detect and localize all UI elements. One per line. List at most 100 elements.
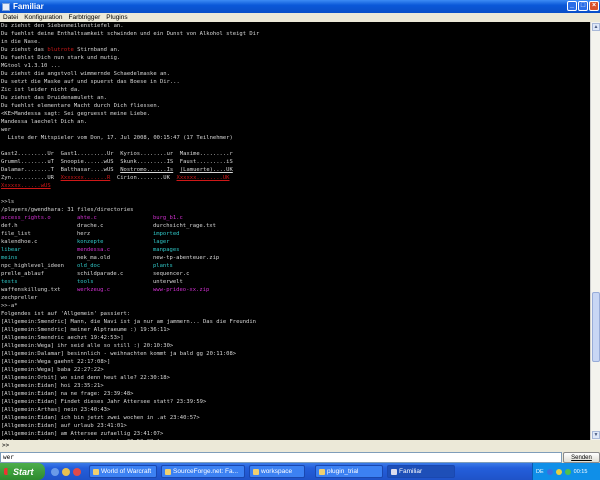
terminal-line: in die Nase.: [1, 38, 590, 46]
terminal-output[interactable]: Du ziehst den Siebenmeilenstiefel an. Du …: [0, 22, 590, 440]
file-entry: meins: [1, 255, 18, 261]
file-entry: plants: [153, 263, 173, 269]
file-entry: burg_b1.c: [153, 215, 183, 221]
file-entry: ahte.c: [77, 215, 97, 221]
terminal-line: libear mendessa.c manpages: [1, 246, 590, 254]
terminal-line: Du ziehst das blutrote Stirnband an.: [1, 46, 590, 54]
text-segment: [Allgemein:Eidan] ich bin jetzt zwei woc…: [1, 415, 200, 421]
task-sourceforge[interactable]: SourceForge.net: Fa...: [161, 465, 245, 478]
text-segment: Du fuehlst deine Enthaltsamkeit schwinde…: [1, 31, 260, 37]
scroll-down-icon[interactable]: ▼: [592, 431, 600, 439]
tray-icon[interactable]: [564, 468, 571, 475]
terminal-line: [Allgemein:Arthas] nein 23:40:43>: [1, 406, 590, 414]
text-segment: Du ziehst die angstvoll wimmernde Schaed…: [1, 71, 170, 77]
task-world-of-warcraft[interactable]: World of Warcraft: [89, 465, 157, 478]
text-segment: Du fuehlst elementare Macht durch Dich f…: [1, 103, 160, 109]
terminal-line: access_rights.o ahte.c burg_b1.c: [1, 214, 590, 222]
text-segment: >>ls: [1, 199, 15, 205]
file-entry: konzepte: [77, 239, 104, 245]
task-workspace[interactable]: workspace: [249, 465, 305, 478]
terminal-line: [Allgemein:Wega] baba 22:27:22>: [1, 366, 590, 374]
terminal-line: [Allgemein:Smendric] meiner Alptraeume :…: [1, 326, 590, 334]
file-entry: durchsicht_rage.txt: [153, 223, 216, 229]
terminal-line: >>-a*: [1, 302, 590, 310]
terminal-line: [Allgemein:Eidan] Findet dieses Jahr Att…: [1, 398, 590, 406]
terminal-line: [Allgemein:Wega] ihr seid alle so still …: [1, 342, 590, 350]
vertical-scrollbar[interactable]: ▲ ▼: [590, 22, 600, 440]
file-entry: prelle_ablauf: [1, 271, 45, 277]
terminal-line: Xxxxxx......wUS: [1, 182, 590, 190]
scroll-up-icon[interactable]: ▲: [592, 23, 600, 31]
file-entry: mendessa.c: [77, 247, 111, 253]
start-button[interactable]: Start: [0, 463, 45, 480]
windows-logo-icon: [4, 468, 11, 475]
terminal-line: [Allgemein:Smendric aechzt 19:42:53>]: [1, 334, 590, 342]
file-entry: kalendhoe.c: [1, 239, 38, 245]
terminal-line: Du setzt die Maske auf und spuerst das B…: [1, 78, 590, 86]
file-entry: herz: [77, 231, 91, 237]
terminal-line: [Allgemein:Eidan] na ne frage: 23:39:48>: [1, 390, 590, 398]
scroll-thumb[interactable]: [592, 292, 600, 362]
terminal-line: Du ziehst die angstvoll wimmernde Schaed…: [1, 70, 590, 78]
text-segment: Du fuehlst Dich nun stark und mutig.: [1, 55, 121, 61]
text-segment: Cirion........UK: [110, 175, 177, 181]
text-segment: [Allgemein:Smendric aechzt 19:42:53>]: [1, 335, 124, 341]
text-segment: Du ziehst den Siebenmeilenstiefel an.: [1, 23, 124, 29]
terminal-line: kalendhoe.c konzepte lager: [1, 238, 590, 246]
close-button[interactable]: ×: [589, 1, 599, 11]
terminal-line: npc_highlevel_ideen old_doc plants: [1, 262, 590, 270]
file-entry: manpages: [153, 247, 180, 253]
terminal-line: meins nek_ma.old new-tp-abenteuer.zip: [1, 254, 590, 262]
text-segment: [173, 167, 180, 173]
app-icon: [391, 468, 397, 475]
terminal-line: Folgendes ist auf 'Allgemein' passiert:: [1, 310, 590, 318]
language-indicator[interactable]: DE: [536, 469, 544, 475]
taskbar: Start World of Warcraft SourceForge.net:…: [0, 463, 600, 480]
menu-bar: Datei Konfiguration Farbtrigger Plugins: [0, 13, 600, 22]
terminal-line: [Allgemein:Wega gaehnt 22:17:08>]: [1, 358, 590, 366]
file-entry: waffenskillung.txt: [1, 287, 61, 293]
terminal-line: waffenskillung.txt werkzeug.c www-prideo-x…: [1, 286, 590, 294]
terminal-line: >>ls: [1, 198, 590, 206]
text-segment: Liste der Mitspieler vom Don, 17. Jul 20…: [1, 135, 233, 141]
terminal-line: [Allgemein:Orbit] wo sind denn heut alle…: [1, 374, 590, 382]
menu-farbtrigger[interactable]: Farbtrigger: [69, 14, 101, 21]
menu-plugins[interactable]: Plugins: [106, 14, 127, 21]
text-segment: Gast2.........Ur Gast1.........Ur Kyrios…: [1, 151, 233, 157]
folder-icon: [319, 468, 325, 475]
text-segment: Zyn...........UR: [1, 175, 61, 181]
terminal-line: prelle_ablauf schildparade.c sequencer.c: [1, 270, 590, 278]
window-title: Familiar: [13, 2, 44, 11]
terminal-line: [Allgemein:Eidan] hoi 23:35:21>: [1, 382, 590, 390]
terminal-line: Du ziehst den Siebenmeilenstiefel an.: [1, 22, 590, 30]
text-segment: Du ziehst das: [1, 47, 48, 53]
terminal-line: Grumml........uT Snoopie......wUS Skunk.…: [1, 158, 590, 166]
terminal-line: Du ziehst das Druidenamulett an.: [1, 94, 590, 102]
menu-datei[interactable]: Datei: [3, 14, 18, 21]
text-segment: [Allgemein:Wega gaehnt 22:17:08>]: [1, 359, 111, 365]
file-entry: nek_ma.old: [77, 255, 111, 261]
file-entry: werkzeug.c: [77, 287, 111, 293]
text-segment: [Allgemein:Wega] ihr seid alle so still …: [1, 343, 174, 349]
text-segment: Nostromo......Is: [120, 167, 174, 173]
maximize-button[interactable]: □: [578, 1, 588, 11]
task-familiar[interactable]: Familiar: [387, 465, 455, 478]
task-plugin-trial[interactable]: plugin_trial: [315, 465, 383, 478]
send-button[interactable]: Senden: [563, 452, 600, 463]
menu-konfiguration[interactable]: Konfiguration: [24, 14, 62, 21]
file-entry: access_rights.o: [1, 215, 51, 221]
text-segment: [Allgemein:Eidan] auf urlaub 23:41:01>: [1, 423, 127, 429]
tray-icon[interactable]: [555, 468, 562, 475]
app-launch-icon[interactable]: [73, 467, 81, 476]
text-segment: zechpreller: [1, 295, 38, 301]
terminal-line: Liste der Mitspieler vom Don, 17. Jul 20…: [1, 134, 590, 142]
desktop-icon[interactable]: [51, 467, 59, 476]
terminal-line: MGtool v1.3.10 ...: [1, 62, 590, 70]
app-launch-icon[interactable]: [62, 467, 70, 476]
text-segment: Grumml........uT Snoopie......wUS Skunk.…: [1, 159, 233, 165]
command-input[interactable]: [0, 452, 562, 463]
tray-icon[interactable]: [546, 468, 553, 475]
file-entry: lager: [153, 239, 170, 245]
title-bar: Familiar _ □ ×: [0, 0, 600, 13]
minimize-button[interactable]: _: [567, 1, 577, 11]
